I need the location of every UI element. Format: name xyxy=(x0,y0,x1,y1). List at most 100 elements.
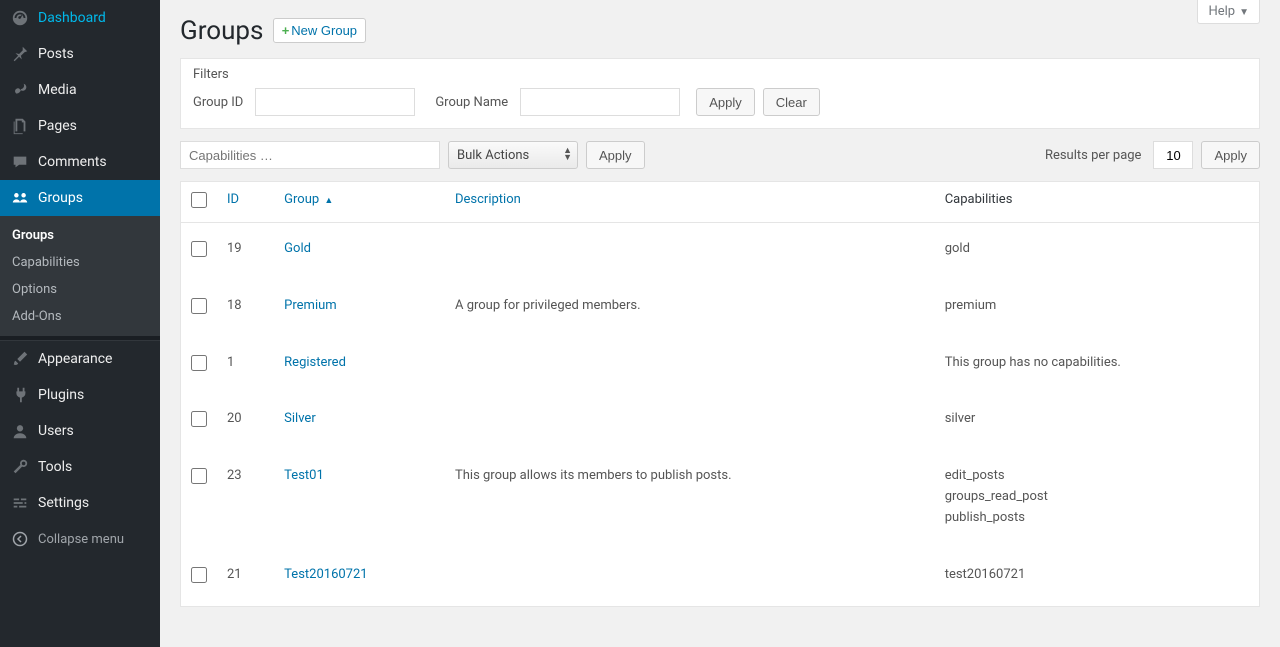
results-per-page-label: Results per page xyxy=(1045,148,1142,163)
sidebar-item-comments[interactable]: Comments xyxy=(0,144,160,180)
sidebar-item-appearance[interactable]: Appearance xyxy=(0,341,160,377)
sidebar-item-label: Appearance xyxy=(38,351,112,367)
filters-panel: Filters Group ID Group Name Apply Clear xyxy=(180,58,1260,129)
plug-icon xyxy=(10,385,30,405)
new-group-button[interactable]: +New Group xyxy=(273,18,366,43)
page-title: Groups xyxy=(180,10,263,46)
capability-item: publish_posts xyxy=(945,510,1249,525)
filters-apply-button[interactable]: Apply xyxy=(696,88,755,116)
col-header-id[interactable]: ID xyxy=(217,182,274,223)
comment-icon xyxy=(10,152,30,172)
sidebar-item-groups[interactable]: Groups xyxy=(0,180,160,216)
sidebar-item-label: Posts xyxy=(38,46,74,62)
group-link[interactable]: Test01 xyxy=(284,468,324,483)
col-header-description[interactable]: Description xyxy=(445,182,935,223)
capability-item: groups_read_post xyxy=(945,489,1249,504)
group-link[interactable]: Silver xyxy=(284,411,316,426)
table-row: 21Test20160721test20160721 xyxy=(181,549,1260,607)
results-per-page-input[interactable] xyxy=(1153,141,1193,169)
admin-sidebar: Dashboard Posts Media Pages Comments Groups G… xyxy=(0,0,160,647)
row-checkbox[interactable] xyxy=(191,567,207,583)
cell-description xyxy=(445,223,935,281)
row-checkbox[interactable] xyxy=(191,411,207,427)
sidebar-item-posts[interactable]: Posts xyxy=(0,36,160,72)
capability-item: test20160721 xyxy=(945,567,1249,582)
sidebar-item-label: Pages xyxy=(38,118,77,134)
col-header-group[interactable]: Group ▲ xyxy=(274,182,445,223)
capability-item: edit_posts xyxy=(945,468,1249,483)
table-row: 18PremiumA group for privileged members.… xyxy=(181,280,1260,337)
filters-clear-button[interactable]: Clear xyxy=(763,88,820,116)
submenu-item-capabilities[interactable]: Capabilities xyxy=(0,249,160,276)
groups-icon xyxy=(10,188,30,208)
row-checkbox[interactable] xyxy=(191,468,207,484)
table-row: 23 Test01 This group allows its members to… xyxy=(181,450,1260,549)
main-content: Help▼ Groups +New Group Filters Group ID… xyxy=(160,0,1280,647)
collapse-menu-button[interactable]: Collapse menu xyxy=(0,521,160,557)
select-arrows-icon: ▲▼ xyxy=(563,148,572,162)
sidebar-item-label: Settings xyxy=(38,495,89,511)
groups-table: ID Group ▲ Description Capabilities 19 Go… xyxy=(180,181,1260,607)
collapse-icon xyxy=(10,529,30,549)
media-icon xyxy=(10,80,30,100)
sidebar-item-settings[interactable]: Settings xyxy=(0,485,160,521)
cell-capabilities: silver xyxy=(935,393,1260,450)
bulk-actions-select[interactable]: Bulk Actions ▲▼ xyxy=(448,141,578,169)
select-all-checkbox[interactable] xyxy=(191,192,207,208)
group-id-input[interactable] xyxy=(255,88,415,116)
group-link[interactable]: Registered xyxy=(284,355,346,370)
sidebar-item-label: Users xyxy=(38,423,74,439)
sidebar-item-label: Dashboard xyxy=(38,10,106,26)
cell-capabilities: This group has no capabilities. xyxy=(935,337,1260,393)
sidebar-item-pages[interactable]: Pages xyxy=(0,108,160,144)
cell-description xyxy=(445,549,935,607)
results-apply-button[interactable]: Apply xyxy=(1201,141,1260,169)
cell-id: 23 xyxy=(217,450,274,549)
cell-description: A group for privileged members. xyxy=(445,280,935,337)
col-header-capabilities: Capabilities xyxy=(935,182,1260,223)
table-row: 1RegisteredThis group has no capabilitie… xyxy=(181,337,1260,393)
sidebar-item-label: Media xyxy=(38,82,77,98)
filters-heading: Filters xyxy=(193,67,1247,82)
sidebar-item-media[interactable]: Media xyxy=(0,72,160,108)
sidebar-item-plugins[interactable]: Plugins xyxy=(0,377,160,413)
cell-id: 20 xyxy=(217,393,274,450)
cell-description: This group allows its members to publish… xyxy=(445,450,935,549)
group-name-input[interactable] xyxy=(520,88,680,116)
row-checkbox[interactable] xyxy=(191,298,207,314)
group-name-label: Group Name xyxy=(435,95,508,110)
table-row: 19 Gold gold xyxy=(181,223,1260,281)
sidebar-item-label: Plugins xyxy=(38,387,84,403)
group-link[interactable]: Gold xyxy=(284,241,311,256)
gauge-icon xyxy=(10,8,30,28)
sidebar-item-tools[interactable]: Tools xyxy=(0,449,160,485)
submenu-item-groups[interactable]: Groups xyxy=(0,222,160,249)
row-checkbox[interactable] xyxy=(191,241,207,257)
collapse-menu-label: Collapse menu xyxy=(38,532,124,547)
user-icon xyxy=(10,421,30,441)
sort-asc-icon: ▲ xyxy=(324,196,333,206)
group-link[interactable]: Premium xyxy=(284,298,337,313)
plus-icon: + xyxy=(282,23,290,38)
help-tab[interactable]: Help▼ xyxy=(1197,0,1260,24)
toolbar: Bulk Actions ▲▼ Apply Results per page A… xyxy=(180,141,1260,169)
sidebar-item-label: Groups xyxy=(38,190,83,206)
capability-item: silver xyxy=(945,411,1249,426)
capability-item: premium xyxy=(945,298,1249,313)
bulk-apply-button[interactable]: Apply xyxy=(586,141,645,169)
table-row: 20 Silver silver xyxy=(181,393,1260,450)
submenu-item-options[interactable]: Options xyxy=(0,276,160,303)
chevron-down-icon: ▼ xyxy=(1239,7,1249,18)
brush-icon xyxy=(10,349,30,369)
sidebar-item-label: Comments xyxy=(38,154,107,170)
group-link[interactable]: Test20160721 xyxy=(284,567,367,582)
row-checkbox[interactable] xyxy=(191,355,207,371)
sidebar-item-users[interactable]: Users xyxy=(0,413,160,449)
capability-item: gold xyxy=(945,241,1249,256)
sidebar-item-dashboard[interactable]: Dashboard xyxy=(0,0,160,36)
capabilities-filter-input[interactable] xyxy=(180,141,440,169)
cell-description xyxy=(445,393,935,450)
cell-id: 19 xyxy=(217,223,274,281)
submenu-item-add-ons[interactable]: Add-Ons xyxy=(0,303,160,330)
cell-capabilities: edit_posts groups_read_post publish_posts xyxy=(935,450,1260,549)
